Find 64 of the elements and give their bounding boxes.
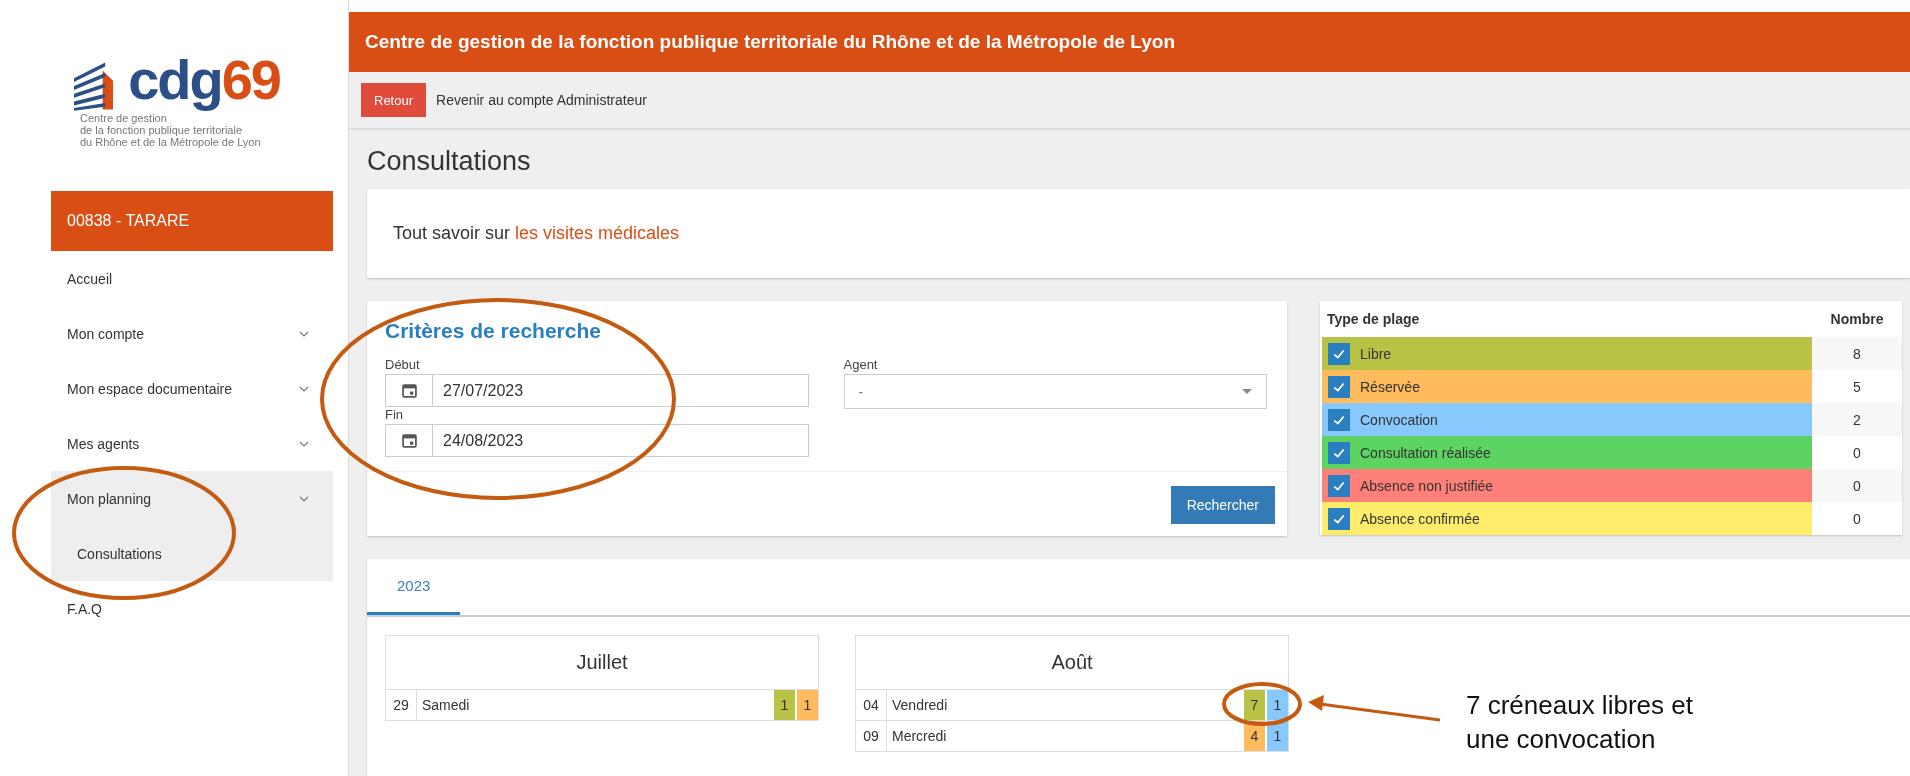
- day-number: 29: [386, 690, 417, 720]
- sidebar-item[interactable]: Mon compte: [51, 306, 333, 361]
- legend-item[interactable]: Consultation réalisée: [1322, 436, 1812, 469]
- field-label: Fin: [385, 407, 405, 422]
- column-header: Nombre: [1829, 311, 1885, 327]
- info-link[interactable]: les visites médicales: [515, 223, 680, 244]
- calendar-icon: [401, 433, 417, 448]
- search-button[interactable]: Rechercher: [1170, 486, 1275, 524]
- legend-item[interactable]: Libre: [1322, 337, 1812, 370]
- logo-subtitle: Centre de gestion: [80, 112, 167, 125]
- admin-text: Revenir au compte Administrateur: [436, 92, 647, 108]
- logo-subtitle: de la fonction publique territoriale: [80, 124, 244, 137]
- search-title: Critères de recherche: [385, 319, 602, 343]
- weekday-cell-text: Mercredi: [891, 727, 948, 746]
- checkbox[interactable]: [1328, 408, 1350, 431]
- account-bar: 00838 - TARARE: [51, 191, 333, 251]
- field-label: Agent: [843, 357, 879, 372]
- legend-item[interactable]: Absence confirmée: [1322, 502, 1812, 535]
- site-header: Centre de gestion de la fonction publique territoriale du Rhône et de la Métropole de Lyon: [349, 12, 1910, 72]
- legend-item[interactable]: Convocation: [1322, 403, 1812, 436]
- sidebar-item[interactable]: F.A.Q: [51, 581, 333, 636]
- slot-count[interactable]: 1: [774, 690, 795, 720]
- back-button[interactable]: Retour: [361, 83, 427, 117]
- month-title: Août: [856, 636, 1288, 690]
- checkbox[interactable]: [1328, 342, 1350, 365]
- slot-count[interactable]: 1: [1267, 690, 1288, 720]
- slot-count[interactable]: 1: [797, 690, 818, 720]
- chevron-icon: [299, 495, 309, 502]
- sidebar-item[interactable]: Mes agents: [51, 416, 333, 471]
- checkbox[interactable]: [1328, 507, 1350, 530]
- sidebar-item[interactable]: Accueil: [51, 251, 333, 306]
- month-title: Juillet: [386, 636, 818, 690]
- logo-subtitle: du Rhône et de la Métropole de Lyon: [80, 136, 262, 149]
- count-cell: 8: [1812, 337, 1902, 370]
- calendar-icon: [401, 383, 417, 398]
- weekday-cell-text: Vendredi: [891, 696, 949, 715]
- column-header: Type de plage: [1326, 311, 1421, 327]
- dropdown-caret-icon: [1242, 389, 1252, 394]
- chevron-icon: [299, 330, 309, 337]
- checkbox[interactable]: [1328, 474, 1350, 497]
- date-field[interactable]: 24/08/2023: [385, 424, 809, 457]
- sidebar-item[interactable]: Mon espace documentaire: [51, 361, 333, 416]
- count-cell: 0: [1812, 502, 1902, 535]
- count-cell: 2: [1812, 403, 1902, 436]
- day-number: 09: [856, 721, 887, 751]
- logo-wordmark: cdg69: [128, 48, 280, 113]
- checkbox[interactable]: [1328, 375, 1350, 398]
- info-text: Tout savoir sur: [393, 223, 511, 244]
- count-cell: 0: [1812, 469, 1902, 502]
- chevron-icon: [299, 440, 309, 447]
- chevron-icon: [299, 385, 309, 392]
- legend-item[interactable]: Réservée: [1322, 370, 1812, 403]
- sidebar-item[interactable]: Mon planning: [51, 471, 333, 526]
- legend-item[interactable]: Absence non justifiée: [1322, 469, 1812, 502]
- weekday-cell-text: Samedi: [421, 696, 471, 715]
- year-tab[interactable]: 2023: [367, 559, 461, 615]
- page-title: Consultations: [367, 146, 532, 177]
- agent-select[interactable]: -: [843, 374, 1267, 409]
- slot-count[interactable]: 7: [1244, 690, 1265, 720]
- day-number: 04: [856, 690, 887, 720]
- field-label: Début: [385, 357, 421, 372]
- date-field[interactable]: 27/07/2023: [385, 374, 809, 407]
- checkbox[interactable]: [1328, 441, 1350, 464]
- sidebar-subitem[interactable]: Consultations: [51, 526, 333, 581]
